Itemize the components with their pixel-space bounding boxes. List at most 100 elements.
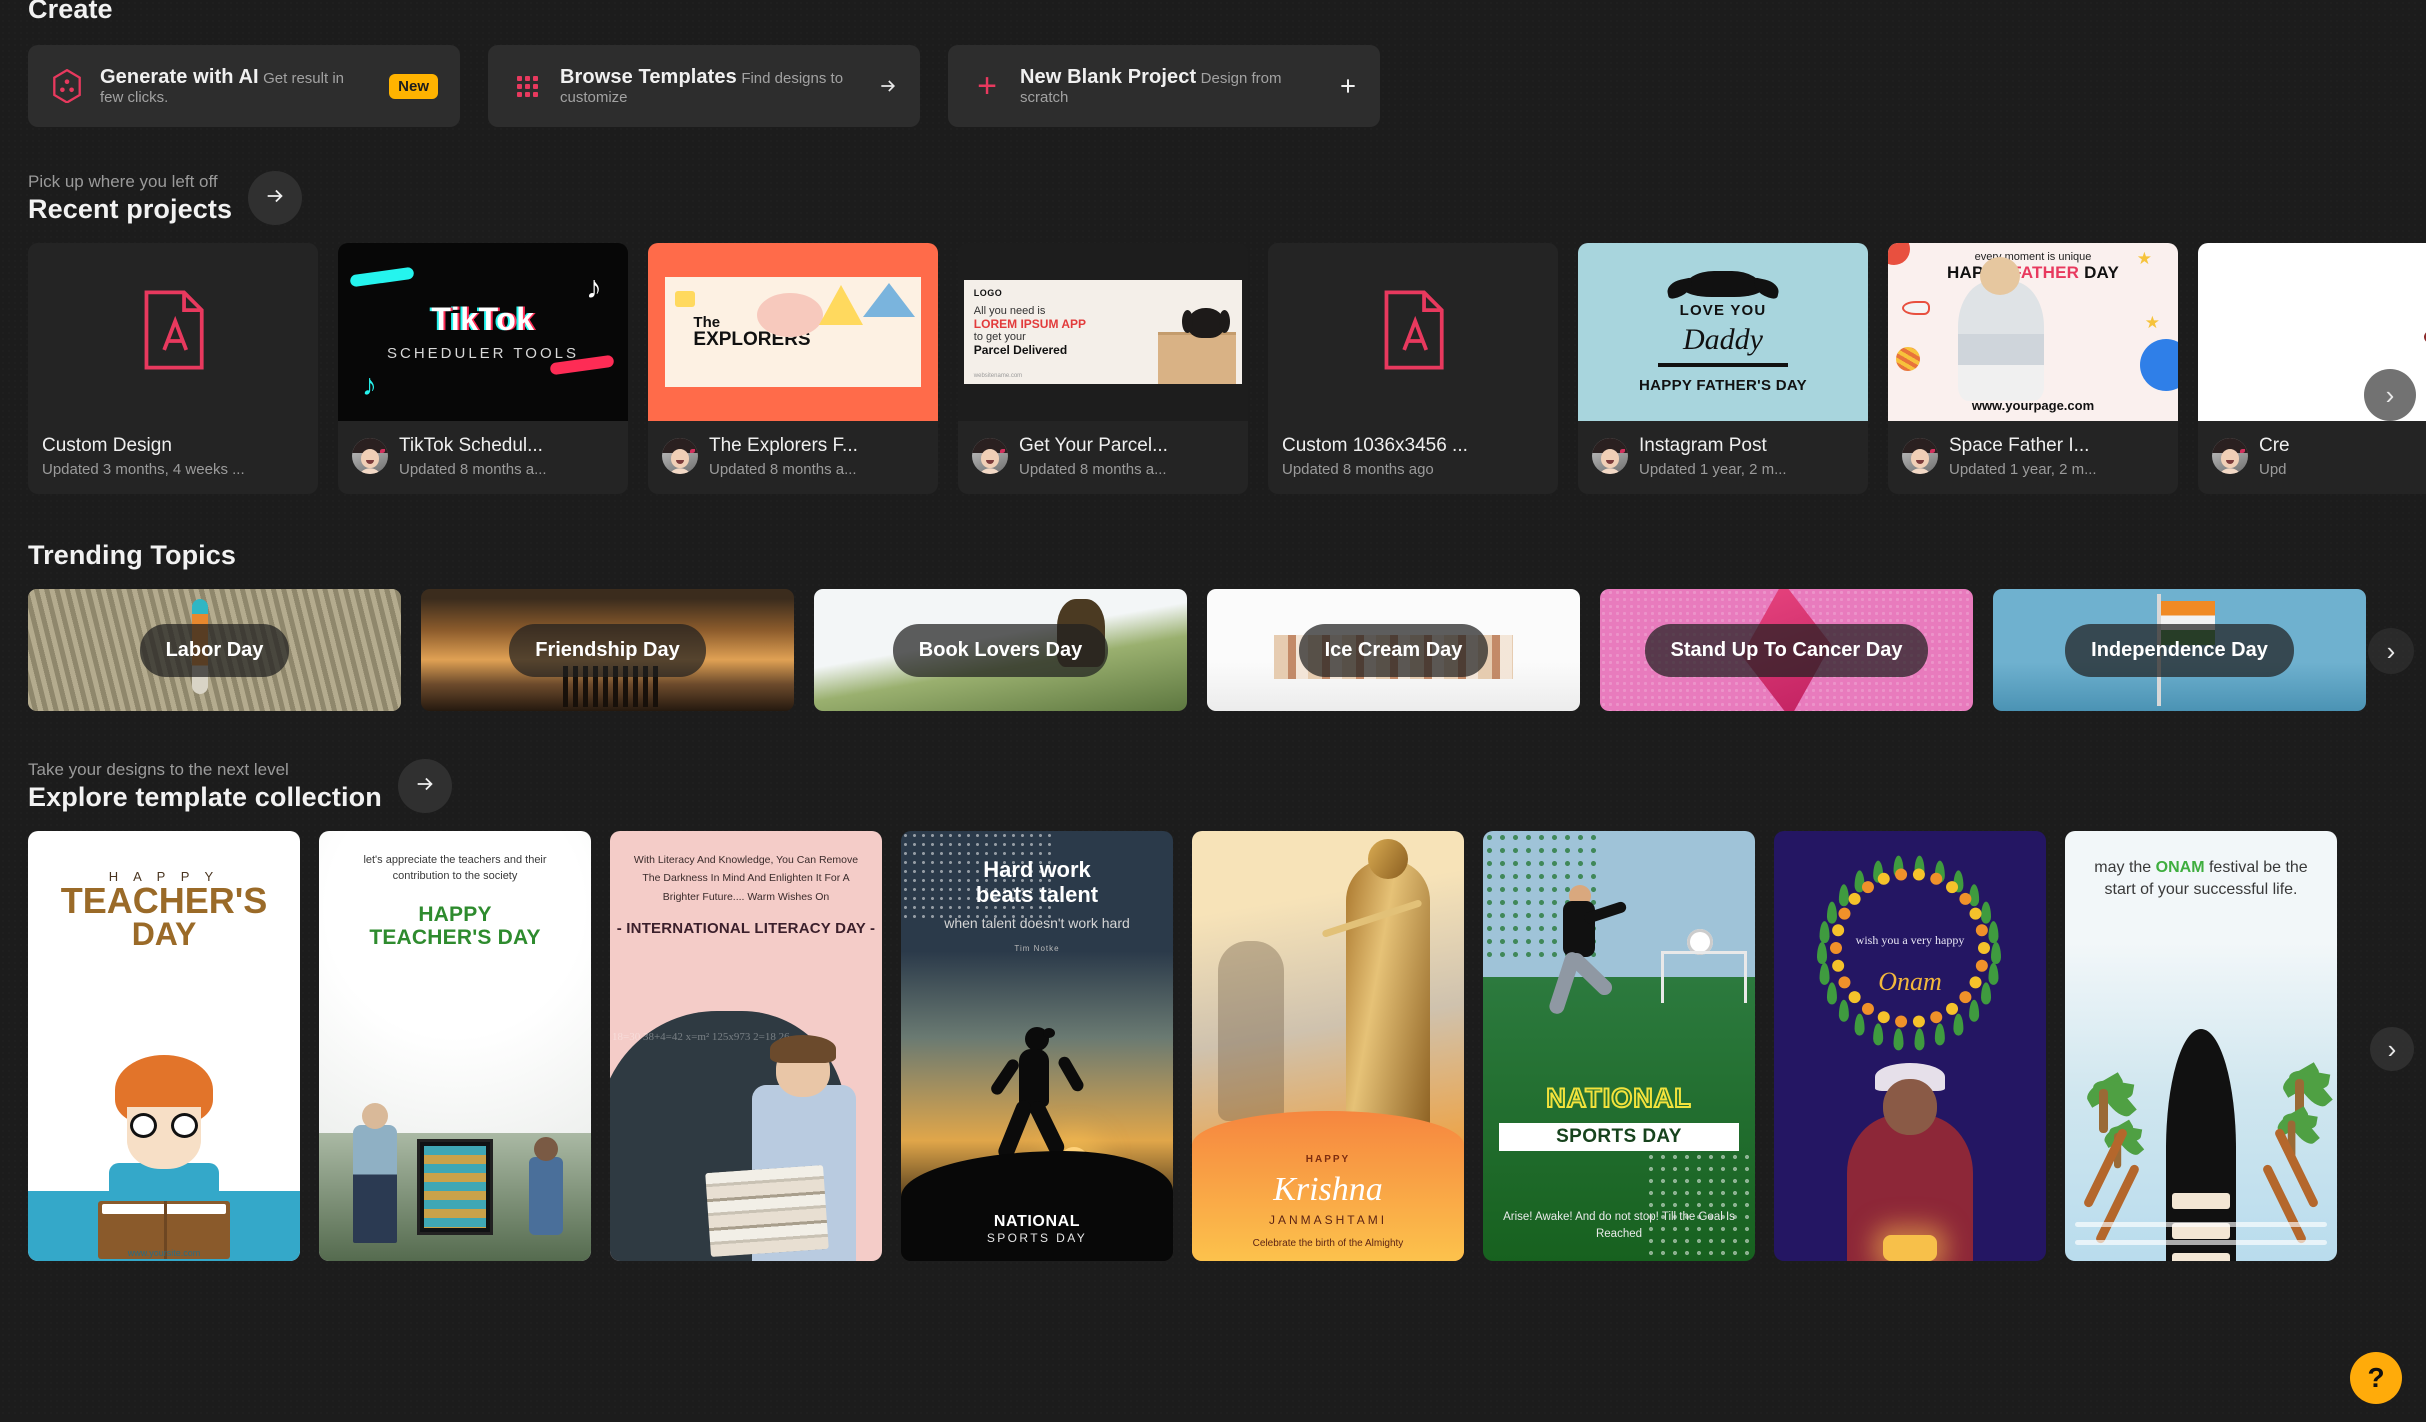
fathers-line-3: HAPPY FATHER'S DAY — [1639, 376, 1807, 394]
baby-illustration — [1957, 257, 2044, 401]
template-line-2: Onam — [1878, 967, 1942, 996]
explore-see-all-button[interactable] — [397, 759, 452, 813]
template-card[interactable]: may the ONAM festival be the start of yo… — [2065, 831, 2337, 1261]
avatar — [2212, 438, 2248, 474]
trending-topic-card[interactable]: Book Lovers Day — [814, 589, 1187, 711]
template-card[interactable]: Hard workbeats talent when talent doesn'… — [901, 831, 1173, 1261]
template-line-4: Celebrate the birth of the Almighty — [1252, 1238, 1404, 1249]
project-thumbnail: LOGO All you need is LOREM IPSUM APP to … — [958, 243, 1248, 421]
avatar — [1902, 438, 1938, 474]
arrow-right-icon — [264, 185, 286, 212]
recent-carousel-next-button[interactable]: › — [2364, 369, 2416, 421]
trending-carousel-next-button[interactable]: › — [2368, 628, 2414, 674]
project-card[interactable]: LOGO All you need is LOREM IPSUM APP to … — [958, 243, 1248, 494]
template-card[interactable]: H A P P Y TEACHER'S DAY www.yoursite.com — [28, 831, 300, 1261]
topic-label: Independence Day — [2065, 623, 2294, 677]
template-heading: HAPPY TEACHER'S DAY — [369, 902, 541, 949]
explore-carousel[interactable]: H A P P Y TEACHER'S DAY www.yoursite.com … — [28, 831, 2398, 1261]
template-line-3: Arise! Awake! And do not stop! Till the … — [1503, 1210, 1735, 1240]
project-card[interactable]: Custom Design Updated 3 months, 4 weeks … — [28, 243, 318, 494]
project-meta: Space Father I... Updated 1 year, 2 m... — [1888, 421, 2178, 494]
trending-carousel[interactable]: Labor Day Friendship Day Book Lovers Day… — [28, 589, 2398, 711]
trending-topics-section: Trending Topics Labor Day Friendship Day… — [0, 540, 2426, 711]
template-line-1: H A P P Y — [108, 869, 220, 884]
avatar — [972, 438, 1008, 474]
project-name: Custom 1036x3456 ... — [1282, 434, 1468, 456]
create-card-list: Generate with AI Get result in few click… — [28, 45, 2398, 127]
help-button[interactable]: ? — [2350, 1352, 2402, 1404]
project-meta: Cre Upd — [2198, 421, 2426, 494]
template-line-1: HAPPY — [1305, 1154, 1351, 1165]
recent-projects-carousel[interactable]: Custom Design Updated 3 months, 4 weeks … — [28, 243, 2426, 494]
project-updated: Updated 8 months a... — [709, 460, 857, 478]
project-card[interactable]: every moment is unique HAPPY FATHER DAY … — [1888, 243, 2178, 494]
plus-icon: + — [977, 67, 997, 105]
project-meta: Custom 1036x3456 ... Updated 8 months ag… — [1268, 421, 1558, 494]
project-name: Get Your Parcel... — [1019, 434, 1168, 456]
template-quote: may the ONAM festival be the start of yo… — [2094, 859, 2308, 899]
card-title: Generate with AI — [100, 65, 259, 88]
project-meta: Get Your Parcel... Updated 8 months a... — [958, 421, 1248, 494]
template-card[interactable]: NATIONAL SPORTS DAY Arise! Awake! And do… — [1483, 831, 1755, 1261]
avatar — [1592, 438, 1628, 474]
document-icon — [1376, 288, 1450, 377]
project-updated: Updated 8 months a... — [399, 460, 547, 478]
books-illustration — [705, 1164, 829, 1258]
wave-decoration — [2075, 1240, 2327, 1245]
plus-icon — [1338, 76, 1358, 96]
trending-topic-card[interactable]: Ice Cream Day — [1207, 589, 1580, 711]
document-icon — [136, 288, 210, 377]
template-line-1: NATIONAL — [1545, 1082, 1692, 1114]
explore-carousel-next-button[interactable]: › — [2370, 1027, 2414, 1071]
rocket-icon — [1902, 301, 1930, 315]
new-badge: New — [389, 73, 438, 99]
planet-icon — [1896, 347, 1920, 371]
project-meta: TikTok Schedul... Updated 8 months a... — [338, 421, 628, 494]
browse-templates-card[interactable]: Browse Templates Find designs to customi… — [488, 45, 920, 127]
recent-heading: Recent projects — [28, 194, 233, 224]
tiktok-subtitle: SCHEDULER TOOLS — [387, 344, 579, 362]
project-card[interactable]: The EXPLORERS The Explorers F... Updated… — [648, 243, 938, 494]
trending-topic-card[interactable]: Independence Day — [1993, 589, 2366, 711]
trending-topic-card[interactable]: Labor Day — [28, 589, 401, 711]
template-card[interactable]: HAPPY Krishna JANMASHTAMI Celebrate the … — [1192, 831, 1464, 1261]
template-card[interactable]: With Literacy And Knowledge, You Can Rem… — [610, 831, 882, 1261]
topic-label: Ice Cream Day — [1298, 623, 1489, 677]
space-line-1: every moment is unique — [1974, 251, 2092, 263]
avatar — [662, 438, 698, 474]
trending-topic-card[interactable]: Stand Up To Cancer Day — [1600, 589, 1973, 711]
project-card[interactable]: LOVE YOU Daddy HAPPY FATHER'S DAY Instag… — [1578, 243, 1868, 494]
recent-projects-section: Pick up where you left off Recent projec… — [0, 171, 2426, 494]
fathers-line-1: LOVE YOU — [1679, 301, 1767, 319]
template-author: Tim Notke — [1014, 944, 1060, 954]
project-name: Custom Design — [42, 434, 172, 456]
trending-topic-card[interactable]: Friendship Day — [421, 589, 794, 711]
template-line-1: wish you a very happy — [1855, 933, 1965, 947]
project-thumbnail: The EXPLORERS — [648, 243, 938, 421]
template-footer: NATIONAL SPORTS DAY — [986, 1213, 1088, 1245]
project-thumbnail — [28, 243, 318, 421]
create-heading: Create — [28, 0, 113, 24]
project-thumbnail: every moment is unique HAPPY FATHER DAY … — [1888, 243, 2178, 421]
template-line-2: TEACHER'S DAY — [60, 880, 268, 952]
wave-decoration — [2075, 1222, 2327, 1227]
halftone-pattern — [901, 831, 1051, 921]
project-updated: Updated 1 year, 2 m... — [1639, 460, 1787, 478]
project-name: Space Father I... — [1949, 434, 2090, 456]
recent-see-all-button[interactable] — [248, 171, 303, 225]
box-illustration — [1158, 331, 1237, 384]
star-icon: ★ — [2136, 249, 2152, 268]
generate-with-ai-card[interactable]: Generate with AI Get result in few click… — [28, 45, 460, 127]
project-card[interactable]: ♪ ♪ TikTok SCHEDULER TOOLS TikTok Schedu… — [338, 243, 628, 494]
new-blank-project-card[interactable]: + New Blank Project Design from scratch — [948, 45, 1380, 127]
project-name: The Explorers F... — [709, 434, 858, 456]
tiktok-artwork: ♪ ♪ TikTok SCHEDULER TOOLS — [338, 243, 628, 421]
template-line-3: JANMASHTAMI — [1268, 1213, 1388, 1227]
star-icon: ★ — [2144, 313, 2160, 332]
template-card[interactable]: let's appreciate the teachers and their … — [319, 831, 591, 1261]
project-updated: Updated 1 year, 2 m... — [1949, 460, 2097, 478]
template-card[interactable]: wish you a very happy Onam — [1774, 831, 2046, 1261]
project-meta: Custom Design Updated 3 months, 4 weeks … — [28, 421, 318, 494]
chart-board-illustration — [417, 1139, 493, 1235]
project-card[interactable]: Custom 1036x3456 ... Updated 8 months ag… — [1268, 243, 1558, 494]
